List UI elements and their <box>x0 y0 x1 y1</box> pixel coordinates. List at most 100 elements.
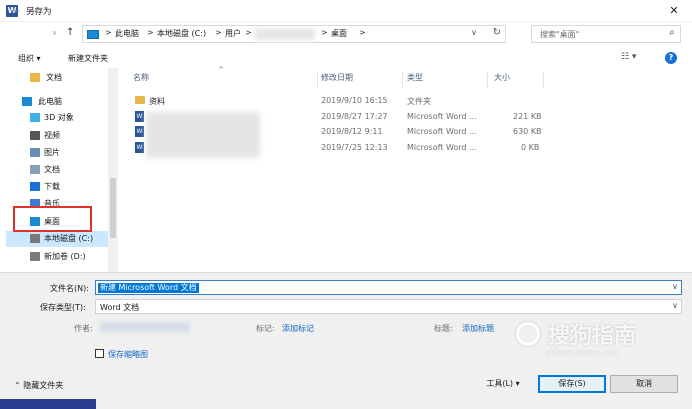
filetype-select[interactable]: Word 文档 ∨ <box>95 299 682 314</box>
sidebar-item-label: 此电脑 <box>38 97 62 106</box>
watermark-text: 搜狗指南 <box>548 324 637 349</box>
tags-label: 标记: <box>256 324 275 333</box>
search-placeholder: 搜索"桌面" <box>540 30 580 39</box>
column-divider[interactable] <box>487 72 488 88</box>
download-icon <box>30 182 40 191</box>
column-divider[interactable] <box>317 72 318 88</box>
column-size[interactable]: 大小 <box>494 72 510 83</box>
column-type[interactable]: 类型 <box>407 72 423 83</box>
organize-menu[interactable]: 组织 ▾ <box>18 53 41 64</box>
this-pc-icon <box>87 30 99 39</box>
column-divider[interactable] <box>543 72 544 88</box>
file-size: 221 KB <box>513 112 542 121</box>
word-icon: W <box>135 142 144 153</box>
file-list-header: 名称 修改日期 类型 大小 <box>125 72 680 88</box>
add-title-link[interactable]: 添加标题 <box>462 323 494 334</box>
word-icon: W <box>135 126 144 137</box>
back-button[interactable]: ← <box>12 6 20 17</box>
breadcrumb-separator: > <box>215 28 222 37</box>
sidebar-item-label: 文档 <box>46 73 62 82</box>
sidebar-item-label: 3D 对象 <box>44 113 74 122</box>
breadcrumb-separator: > <box>321 28 328 37</box>
new-folder-button[interactable]: 新建文件夹 <box>68 53 108 64</box>
3d-objects-icon <box>30 113 40 122</box>
column-date-modified[interactable]: 修改日期 <box>321 72 353 83</box>
filetype-label: 保存类型(T): <box>40 303 86 312</box>
hide-folders-label: 隐藏文件夹 <box>23 381 64 390</box>
breadcrumb-desktop[interactable]: 桌面 <box>331 28 347 39</box>
chevron-up-icon: ⌃ <box>14 381 21 390</box>
tools-menu[interactable]: 工具(L) ▾ <box>478 376 528 394</box>
breadcrumb-users[interactable]: 用户 <box>225 28 241 39</box>
file-type: Microsoft Word ... <box>407 143 477 152</box>
sidebar-item-3d-objects[interactable]: 3D 对象 <box>6 110 118 126</box>
computer-icon <box>22 97 32 106</box>
sidebar-item-label: 图片 <box>44 148 60 157</box>
sidebar-item-this-pc[interactable]: 此电脑 <box>6 94 118 110</box>
address-bar[interactable]: > 此电脑 > 本地磁盘 (C:) > 用户 > > 桌面 > ∨ ↻ <box>82 25 506 43</box>
sidebar-item-label: 新加卷 (D:) <box>44 252 86 261</box>
blurred-username <box>255 28 315 40</box>
add-tags-link[interactable]: 添加标记 <box>282 323 314 334</box>
cancel-button[interactable]: 取消 <box>610 375 678 393</box>
filename-value[interactable]: 新建 Microsoft Word 文档 <box>98 283 199 293</box>
blurred-author[interactable] <box>100 322 190 332</box>
breadcrumb-separator: > <box>245 28 252 37</box>
breadcrumb-separator: > <box>359 28 366 37</box>
column-divider[interactable] <box>402 72 403 88</box>
file-date: 2019/8/27 17:27 <box>321 112 388 121</box>
sidebar-item-label: 视频 <box>44 131 60 140</box>
scrollbar-thumb[interactable] <box>110 178 116 238</box>
hide-folders-toggle[interactable]: ⌃ 隐藏文件夹 <box>14 380 63 391</box>
sidebar-item-documents[interactable]: 文档 <box>6 162 118 178</box>
pictures-icon <box>30 148 40 157</box>
taskbar-edge <box>0 399 692 409</box>
chevron-down-icon[interactable]: ∨ <box>471 28 477 37</box>
save-thumbnail-checkbox[interactable] <box>95 349 104 358</box>
save-thumbnail-label[interactable]: 保存缩略图 <box>108 349 148 360</box>
search-icon[interactable]: ⌕ <box>669 27 675 38</box>
sidebar-item-new-volume-d[interactable]: 新加卷 (D:) <box>6 249 118 265</box>
sidebar-item-documents-quick[interactable]: 文档 <box>6 70 118 86</box>
file-type: Microsoft Word ... <box>407 112 477 121</box>
folder-icon <box>135 96 145 104</box>
sidebar-item-label: 本地磁盘 (C:) <box>44 234 94 243</box>
breadcrumb-this-pc[interactable]: 此电脑 <box>115 28 139 39</box>
chevron-down-icon[interactable]: ∨ <box>672 301 678 310</box>
title-label: 标题: <box>434 324 453 333</box>
word-icon: W <box>135 111 144 122</box>
file-size: 0 KB <box>521 143 540 152</box>
close-button[interactable]: ✕ <box>656 0 692 22</box>
chevron-down-icon[interactable]: ∨ <box>672 282 678 291</box>
sidebar-item-local-disk-c[interactable]: 本地磁盘 (C:) <box>6 231 118 247</box>
breadcrumb-separator: > <box>147 28 154 37</box>
up-button[interactable]: ↑ <box>66 27 74 38</box>
dialog-bottom-edge <box>96 399 692 409</box>
video-icon <box>30 131 40 140</box>
navigation-scrollbar[interactable] <box>108 68 118 272</box>
recent-locations-dropdown[interactable]: ∨ <box>52 29 57 37</box>
filename-label: 文件名(N): <box>50 284 89 293</box>
forward-button[interactable]: → <box>30 6 38 17</box>
drive-icon <box>30 234 40 243</box>
search-input[interactable]: 搜索"桌面" ⌕ <box>531 25 681 43</box>
drive-icon <box>30 252 40 261</box>
sort-chevron-up-icon: ^ <box>218 66 224 74</box>
navigation-pane: 文档 此电脑 3D 对象 视频 图片 文档 下载 音乐 桌面 本地磁盘 (C:)… <box>6 68 118 272</box>
file-name: 资料 <box>149 97 165 106</box>
sidebar-item-label: 文档 <box>44 165 60 174</box>
sidebar-item-pictures[interactable]: 图片 <box>6 145 118 161</box>
documents-icon <box>30 165 40 174</box>
column-name[interactable]: 名称 <box>133 72 149 83</box>
filename-field[interactable]: 新建 Microsoft Word 文档 ∨ <box>95 280 682 295</box>
view-options-icon[interactable]: ☷ ▾ <box>621 52 636 62</box>
breadcrumb-local-disk[interactable]: 本地磁盘 (C:) <box>157 28 206 39</box>
save-button[interactable]: 保存(S) <box>538 375 606 393</box>
file-type: 文件夹 <box>407 97 431 106</box>
title-bar: W 另存为 ✕ <box>0 0 692 22</box>
table-row[interactable]: 资料 2019/9/10 16:15 文件夹 <box>125 94 680 108</box>
sidebar-item-videos[interactable]: 视频 <box>6 128 118 144</box>
refresh-icon[interactable]: ↻ <box>493 27 501 38</box>
sidebar-item-downloads[interactable]: 下载 <box>6 179 118 195</box>
help-icon[interactable]: ? <box>665 52 677 64</box>
